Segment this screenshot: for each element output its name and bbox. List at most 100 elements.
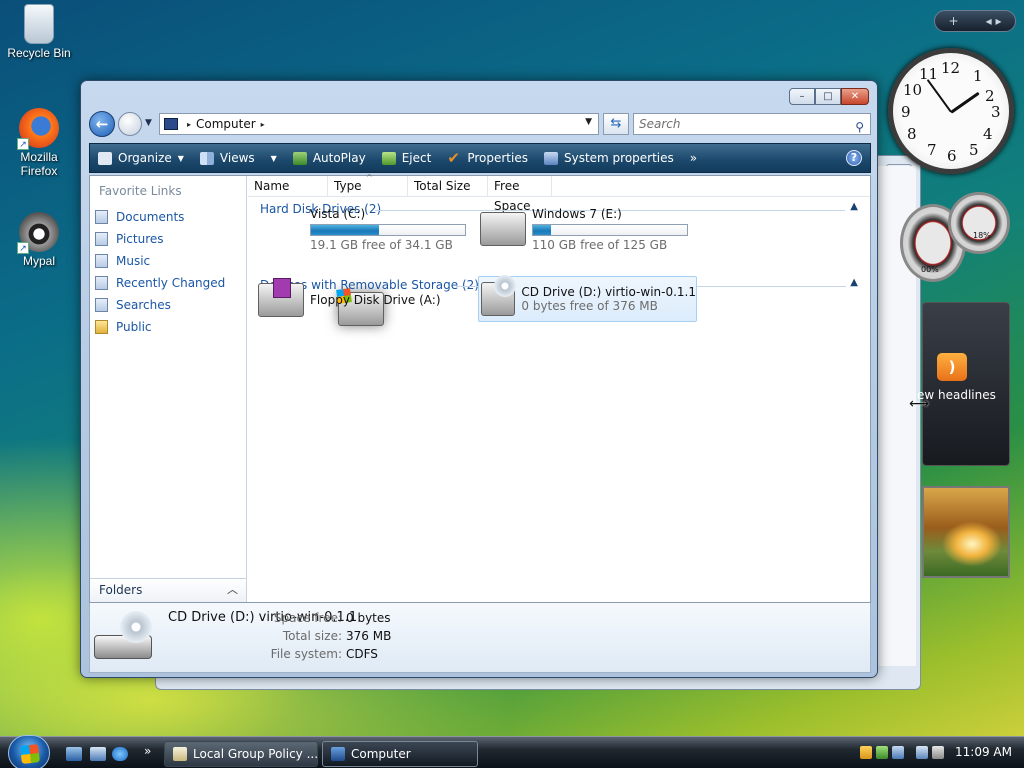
fav-link-pictures[interactable]: Pictures <box>95 228 225 250</box>
start-button[interactable] <box>8 735 50 768</box>
sidebar-navigation-arrows[interactable]: ◂ ▸ <box>986 14 1002 28</box>
recently-changed-icon <box>95 276 108 290</box>
fav-link-recently-changed[interactable]: Recently Changed <box>95 272 225 294</box>
taskbar-clock[interactable]: 11:09 AM <box>955 745 1012 759</box>
column-headers: Name Type Total Size Free Space ^ <box>248 173 870 213</box>
fav-link-searches[interactable]: Searches <box>95 294 225 316</box>
computer-icon <box>164 118 178 130</box>
add-gadget-button[interactable]: + <box>949 14 959 28</box>
clock-number: 12 <box>941 59 961 77</box>
firefox-icon: ↗ <box>17 108 59 150</box>
drive-windows7-e[interactable]: Windows 7 (E:) 110 GB free of 125 GB <box>480 206 700 252</box>
clock-number: 9 <box>901 103 911 121</box>
chevron-down-icon: ▼ <box>270 153 277 163</box>
chevron-up-icon: ︿ <box>227 583 238 596</box>
network-icon[interactable] <box>876 746 888 759</box>
collapse-group-icon[interactable]: ▲ <box>850 277 858 288</box>
resize-cursor-icon: ⟷ <box>909 396 930 412</box>
recent-pages-dropdown[interactable]: ▼ <box>145 118 152 128</box>
fav-link-music[interactable]: Music <box>95 250 225 272</box>
drive-floppy-a[interactable]: Floppy Disk Drive (A:) <box>258 277 478 323</box>
views-button[interactable]: Views ▼ <box>192 144 285 172</box>
drive-free-space: 110 GB free of 125 GB <box>532 237 668 252</box>
clock-minute-hand <box>926 79 952 113</box>
help-button[interactable]: ? <box>846 150 862 166</box>
security-shield-icon[interactable] <box>860 746 872 759</box>
explorer-body: Favorite Links Documents Pictures Music … <box>89 173 871 603</box>
drive-name: Vista (C:) <box>310 206 366 221</box>
quick-launch-more[interactable]: » <box>144 744 151 758</box>
slideshow-gadget[interactable] <box>922 486 1010 578</box>
volume-muted-icon[interactable] <box>932 746 944 759</box>
sort-arrow-icon: ^ <box>366 173 373 182</box>
desktop-icon-firefox[interactable]: ↗ Mozilla Firefox <box>4 108 74 178</box>
forward-button[interactable] <box>118 112 142 136</box>
recycle-bin-icon <box>24 4 54 44</box>
clock-number: 5 <box>969 141 979 159</box>
search-placeholder: Search <box>639 117 681 131</box>
desktop-icon-label: Mozilla Firefox <box>20 150 58 178</box>
feed-headlines-gadget[interactable]: ) ew headlines <box>917 302 1010 466</box>
clock-number: 1 <box>973 67 983 85</box>
internet-explorer-icon[interactable] <box>112 747 128 761</box>
close-button[interactable]: ✕ <box>841 88 869 105</box>
organize-icon <box>98 151 112 165</box>
switch-windows-icon[interactable] <box>90 747 106 761</box>
drive-cd-d[interactable]: CD Drive (D:) virtio-win-0.1.1 0 bytes f… <box>478 275 697 322</box>
group-policy-icon <box>173 747 187 761</box>
clock-number: 10 <box>903 81 923 99</box>
desktop-icon-recycle-bin[interactable]: Recycle Bin <box>4 4 74 60</box>
details-pane: CD Drive (D:) virtio-win-0.1.1 Space fre… <box>89 603 871 673</box>
minimize-button[interactable]: – <box>789 88 815 105</box>
back-button[interactable]: ← <box>89 111 115 137</box>
clock-hour-hand <box>950 91 980 114</box>
search-icon[interactable]: ⚲ <box>855 117 864 137</box>
network-connection-icon[interactable] <box>916 746 928 759</box>
column-header-total-size[interactable]: Total Size <box>408 176 488 197</box>
more-commands-button[interactable]: » <box>682 144 705 172</box>
drive-name: CD Drive (D:) virtio-win-0.1.1 <box>521 285 696 299</box>
refresh-button[interactable]: ⇆ <box>603 113 629 135</box>
clock-number: 4 <box>983 125 993 143</box>
file-list: Name Type Total Size Free Space ^ Hard D… <box>248 173 870 602</box>
address-bar[interactable]: ▸ Computer ▸ ▼ <box>159 113 599 135</box>
favorite-links-title: Favorite Links <box>99 184 182 198</box>
fav-link-documents[interactable]: Documents <box>95 206 225 228</box>
taskbar-item-computer[interactable]: Computer <box>322 741 478 767</box>
action-center-icon[interactable] <box>892 746 904 759</box>
properties-button[interactable]: ✔ Properties <box>439 144 536 172</box>
windows-logo-icon <box>20 744 40 764</box>
meter-readout: 18% <box>973 231 991 240</box>
column-header-free-space[interactable]: Free Space <box>488 176 552 213</box>
taskbar-item-group-policy[interactable]: Local Group Policy ... <box>164 741 318 767</box>
fav-link-public[interactable]: Public <box>95 316 225 338</box>
show-desktop-icon[interactable] <box>66 747 82 761</box>
shortcut-arrow-icon: ↗ <box>17 138 29 150</box>
address-dropdown-icon[interactable]: ▼ <box>585 117 592 127</box>
details-file-system: File system: CDFS <box>270 647 378 661</box>
explorer-window[interactable]: – □ ✕ ← ▼ ▸ Computer ▸ ▼ ⇆ Search ⚲ Orga… <box>80 80 878 678</box>
clock-gadget[interactable]: 12 1 2 3 4 5 6 7 8 9 10 11 <box>888 48 1014 174</box>
search-input[interactable]: Search ⚲ <box>633 113 871 135</box>
memory-meter-gadget[interactable]: 18% <box>948 192 1010 254</box>
breadcrumb-separator[interactable]: ▸ <box>261 120 265 129</box>
clock-number: 6 <box>947 147 957 165</box>
desktop-icon-mypal[interactable]: ↗ Mypal <box>4 212 74 268</box>
command-bar: Organize ▼ Views ▼ AutoPlay Eject ✔ Propert… <box>89 143 871 173</box>
eject-button[interactable]: Eject <box>374 144 440 172</box>
desktop-icon-label: Mypal <box>22 254 55 268</box>
folders-toggle[interactable]: Folders ︿ <box>90 578 246 602</box>
drive-usage-bar <box>532 223 688 236</box>
breadcrumb-computer[interactable]: Computer <box>196 117 256 131</box>
system-properties-button[interactable]: System properties <box>536 144 682 172</box>
drive-vista-c[interactable]: Vista (C:) 19.1 GB free of 34.1 GB <box>258 206 478 326</box>
column-header-name[interactable]: Name <box>248 176 328 197</box>
maximize-button[interactable]: □ <box>815 88 841 105</box>
breadcrumb-separator[interactable]: ▸ <box>187 120 191 129</box>
autoplay-icon <box>292 151 307 165</box>
views-icon <box>199 151 214 165</box>
cd-drive-icon <box>481 275 517 316</box>
autoplay-button[interactable]: AutoPlay <box>285 144 374 172</box>
collapse-group-icon[interactable]: ▲ <box>850 201 858 212</box>
organize-button[interactable]: Organize ▼ <box>90 144 192 172</box>
